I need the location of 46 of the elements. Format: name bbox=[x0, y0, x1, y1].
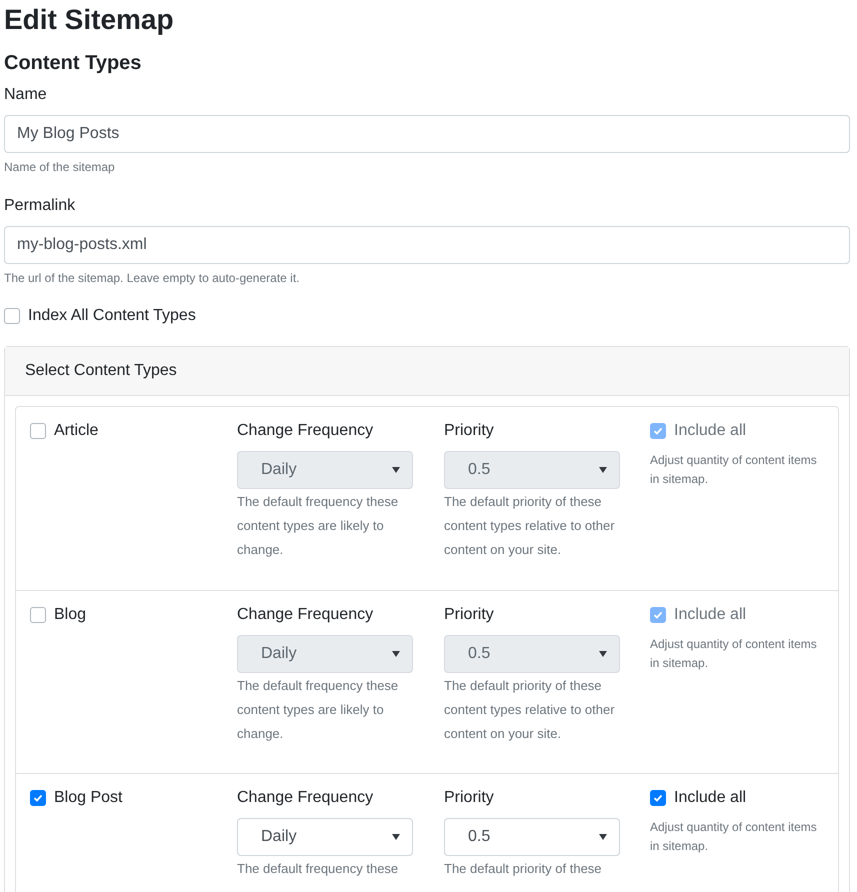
checkmark-icon bbox=[653, 610, 663, 620]
content-type-name: Blog Post bbox=[54, 790, 122, 806]
field-label: Change Frequency bbox=[237, 788, 374, 807]
help-text: The default priority of these content types relative to other content on your site. bbox=[444, 492, 616, 559]
help-text: The default priority of these content types relative to other content on your site. bbox=[444, 676, 616, 743]
checkmark-icon bbox=[33, 792, 43, 803]
help-text: The default priority of these bbox=[444, 860, 603, 878]
content-type-name: Blog bbox=[54, 606, 86, 623]
dropdown-select[interactable]: Daily bbox=[237, 818, 413, 856]
help-text: The default frequency these content types are likely to change. bbox=[237, 492, 400, 559]
caret-icon bbox=[392, 834, 400, 840]
help-text: Adjust quantity of content items in sitemap. bbox=[650, 636, 818, 672]
field-label: Permalink bbox=[4, 196, 76, 216]
caret-icon bbox=[599, 466, 607, 473]
content-type-name: Article bbox=[54, 422, 98, 439]
field-label: Name bbox=[4, 84, 48, 105]
caret-icon bbox=[599, 650, 607, 657]
checkbox-label: Include all bbox=[674, 606, 746, 623]
checkbox-label: Include all bbox=[674, 790, 746, 806]
field-label: Priority bbox=[444, 606, 495, 624]
help-text: The default frequency these bbox=[237, 860, 400, 878]
help-text: Adjust quantity of content items in sitemap. bbox=[650, 452, 818, 488]
field-label: Priority bbox=[444, 788, 495, 807]
section-title: Content Types bbox=[4, 50, 142, 75]
input-field[interactable]: my-blog-posts.xml bbox=[4, 226, 850, 264]
checkbox-label: Include all bbox=[674, 422, 746, 439]
field-label: Change Frequency bbox=[237, 606, 374, 624]
field-label: Priority bbox=[444, 422, 495, 440]
page-title: Edit Sitemap bbox=[4, 3, 175, 37]
checkbox[interactable] bbox=[4, 308, 20, 324]
checkbox-label: Index All Content Types bbox=[28, 306, 196, 326]
help-text: Name of the sitemap bbox=[4, 158, 116, 176]
help-text: The url of the sitemap. Leave empty to auto-generate it. bbox=[4, 270, 300, 287]
checkmark-icon bbox=[653, 792, 663, 803]
panel-title: Select Content Types bbox=[25, 360, 177, 381]
caret-icon bbox=[392, 650, 400, 657]
field-label: Change Frequency bbox=[237, 422, 374, 440]
input-field[interactable]: My Blog Posts bbox=[4, 114, 850, 153]
caret-icon bbox=[599, 834, 607, 840]
checkmark-icon bbox=[653, 426, 663, 436]
help-text: The default frequency these content types are likely to change. bbox=[237, 676, 400, 743]
caret-icon bbox=[392, 466, 400, 473]
dropdown-select[interactable]: 0.5 bbox=[444, 818, 620, 856]
help-text: Adjust quantity of content items in sitemap. bbox=[650, 818, 818, 855]
checkbox[interactable] bbox=[30, 790, 46, 806]
checkbox[interactable] bbox=[650, 790, 666, 806]
